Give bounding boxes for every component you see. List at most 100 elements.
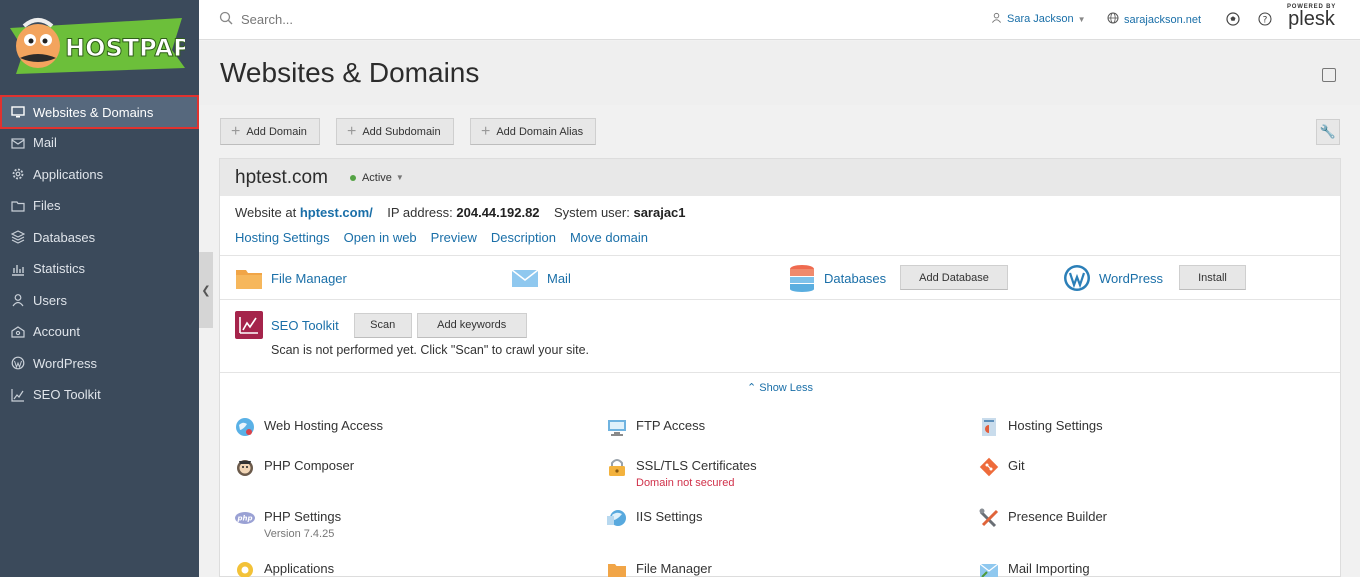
domain-name[interactable]: hptest.com xyxy=(235,167,328,189)
help-icon[interactable]: ? xyxy=(1257,11,1273,27)
databases-link[interactable]: Databases xyxy=(824,271,886,286)
tool-php-settings[interactable]: php PHP Settings Version 7.4.25 xyxy=(235,509,341,540)
sidebar-item-files[interactable]: Files xyxy=(0,190,199,222)
top-bar: Sara Jackson ▼ sarajackson.net ? POWERED… xyxy=(199,0,1360,40)
domain-info: Website at hptest.com/ IP address: 204.4… xyxy=(235,205,686,220)
plus-icon: + xyxy=(481,122,491,140)
seo-chart-icon xyxy=(11,388,25,402)
site-switcher[interactable]: sarajackson.net xyxy=(1107,12,1201,27)
hostpapa-logo[interactable]: HOSTPAPA xyxy=(10,12,185,80)
mail-link[interactable]: Mail xyxy=(547,271,571,286)
tool-label: Presence Builder xyxy=(1008,509,1107,524)
sidebar-item-seo-toolkit[interactable]: SEO Toolkit xyxy=(0,379,199,411)
domain-header: hptest.com Active ▼ xyxy=(220,159,1340,196)
description-link[interactable]: Description xyxy=(491,230,556,245)
tool-php-composer[interactable]: PHP Composer xyxy=(235,458,354,477)
tool-web-hosting-access[interactable]: Web Hosting Access xyxy=(235,418,383,437)
add-keywords-button[interactable]: Add keywords xyxy=(416,312,527,338)
folder-icon xyxy=(11,199,25,213)
search-box[interactable] xyxy=(219,11,541,28)
tool-presence-builder[interactable]: Presence Builder xyxy=(979,508,1107,528)
tool-ssl-tls-certificates[interactable]: SSL/TLS Certificates Domain not secured xyxy=(607,458,757,489)
collapse-panel-icon[interactable] xyxy=(1322,68,1336,82)
settings-wrench-button[interactable]: 🔧 xyxy=(1316,119,1340,145)
seo-toolkit-link[interactable]: SEO Toolkit xyxy=(271,318,339,333)
tool-label: PHP Settings xyxy=(264,509,342,524)
sidebar: HOSTPAPA Websites & Domains Mail Applica… xyxy=(0,0,199,577)
sidebar-item-label: SEO Toolkit xyxy=(33,387,101,403)
sidebar-item-users[interactable]: Users xyxy=(0,285,199,317)
install-wordpress-button[interactable]: Install xyxy=(1179,265,1246,290)
file-manager-link[interactable]: File Manager xyxy=(271,271,347,286)
sidebar-item-applications[interactable]: Applications xyxy=(0,159,199,191)
tool-iis-settings[interactable]: IIS Settings xyxy=(607,509,702,528)
add-domain-button[interactable]: + Add Domain xyxy=(220,118,320,145)
soccer-ball-icon[interactable] xyxy=(1225,11,1241,27)
quick-databases[interactable]: Databases xyxy=(788,263,886,293)
tool-label: PHP Composer xyxy=(264,458,355,473)
mail-import-icon xyxy=(979,563,999,577)
sidebar-item-wordpress[interactable]: WordPress xyxy=(0,348,199,380)
wordpress-icon xyxy=(1064,265,1090,291)
search-input[interactable] xyxy=(241,12,541,27)
show-less-toggle[interactable]: ⌃ Show Less xyxy=(220,381,1340,394)
move-domain-link[interactable]: Move domain xyxy=(570,230,648,245)
tool-hosting-settings[interactable]: Hosting Settings xyxy=(979,418,1103,437)
sidebar-item-label: Mail xyxy=(33,135,57,151)
tool-label: IIS Settings xyxy=(636,509,703,524)
sidebar-item-account[interactable]: Account xyxy=(0,316,199,348)
title-area: Websites & Domains xyxy=(199,41,1360,105)
sidebar-item-label: Files xyxy=(33,198,61,214)
sidebar-item-websites-domains[interactable]: Websites & Domains xyxy=(0,95,199,129)
user-icon xyxy=(11,293,25,307)
hosting-settings-link[interactable]: Hosting Settings xyxy=(235,230,330,245)
sidebar-item-statistics[interactable]: Statistics xyxy=(0,253,199,285)
tool-label: File Manager xyxy=(636,561,712,576)
gear-icon xyxy=(11,167,25,181)
mail-envelope-icon xyxy=(511,269,539,287)
sidebar-item-label: Account xyxy=(33,324,80,340)
sidebar-collapse-handle[interactable]: ❮ xyxy=(199,252,213,328)
plesk-wordmark: plesk xyxy=(1288,8,1335,30)
preview-link[interactable]: Preview xyxy=(431,230,477,245)
domain-links: Hosting Settings Open in web Preview Des… xyxy=(235,230,648,245)
scan-button[interactable]: Scan xyxy=(353,312,412,338)
tool-ftp-access[interactable]: FTP Access xyxy=(607,418,705,437)
add-database-button[interactable]: Add Database xyxy=(900,265,1008,290)
tool-mail-importing[interactable]: Mail Importing xyxy=(979,561,1090,577)
page-title: Websites & Domains xyxy=(220,57,480,88)
website-url-link[interactable]: hptest.com/ xyxy=(300,205,373,220)
tool-label: SSL/TLS Certificates xyxy=(636,458,757,473)
svg-text:HOSTPAPA: HOSTPAPA xyxy=(65,34,185,62)
tools-grid: Web Hosting Access FTP Access Hosting Se… xyxy=(235,414,1335,577)
user-menu[interactable]: Sara Jackson ▼ xyxy=(991,12,1086,26)
sidebar-item-label: Databases xyxy=(33,229,96,245)
user-name: Sara Jackson xyxy=(1007,13,1074,25)
status-dropdown[interactable]: Active ▼ xyxy=(349,171,404,184)
composer-icon xyxy=(237,460,253,476)
wordpress-icon xyxy=(11,356,25,370)
status-label: Active xyxy=(361,171,392,184)
add-subdomain-label: Add Subdomain xyxy=(362,125,441,138)
quick-wordpress[interactable]: WordPress xyxy=(1063,263,1163,293)
ip-label: IP address: xyxy=(387,205,453,220)
wordpress-link[interactable]: WordPress xyxy=(1099,271,1163,286)
tool-applications[interactable]: Applications xyxy=(235,561,334,577)
wrench-icon: 🔧 xyxy=(1319,124,1337,139)
sidebar-item-mail[interactable]: Mail xyxy=(0,127,199,159)
show-less-label: Show Less xyxy=(759,382,814,394)
php-version: Version 7.4.25 xyxy=(264,528,335,540)
sidebar-item-databases[interactable]: Databases xyxy=(0,222,199,254)
quick-mail[interactable]: Mail xyxy=(511,263,571,293)
quick-file-manager[interactable]: File Manager xyxy=(235,263,347,293)
svg-text:?: ? xyxy=(1263,15,1268,25)
tool-file-manager[interactable]: File Manager xyxy=(607,561,712,577)
divider xyxy=(220,255,1340,256)
add-domain-alias-button[interactable]: + Add Domain Alias xyxy=(470,118,597,145)
open-in-web-link[interactable]: Open in web xyxy=(344,230,417,245)
seo-scan-message: Scan is not performed yet. Click "Scan" … xyxy=(271,343,590,357)
search-icon xyxy=(219,11,233,28)
tool-git[interactable]: Git xyxy=(979,457,1025,477)
add-subdomain-button[interactable]: + Add Subdomain xyxy=(336,118,454,145)
sidebar-nav: Websites & Domains Mail Applications Fil… xyxy=(0,95,199,411)
